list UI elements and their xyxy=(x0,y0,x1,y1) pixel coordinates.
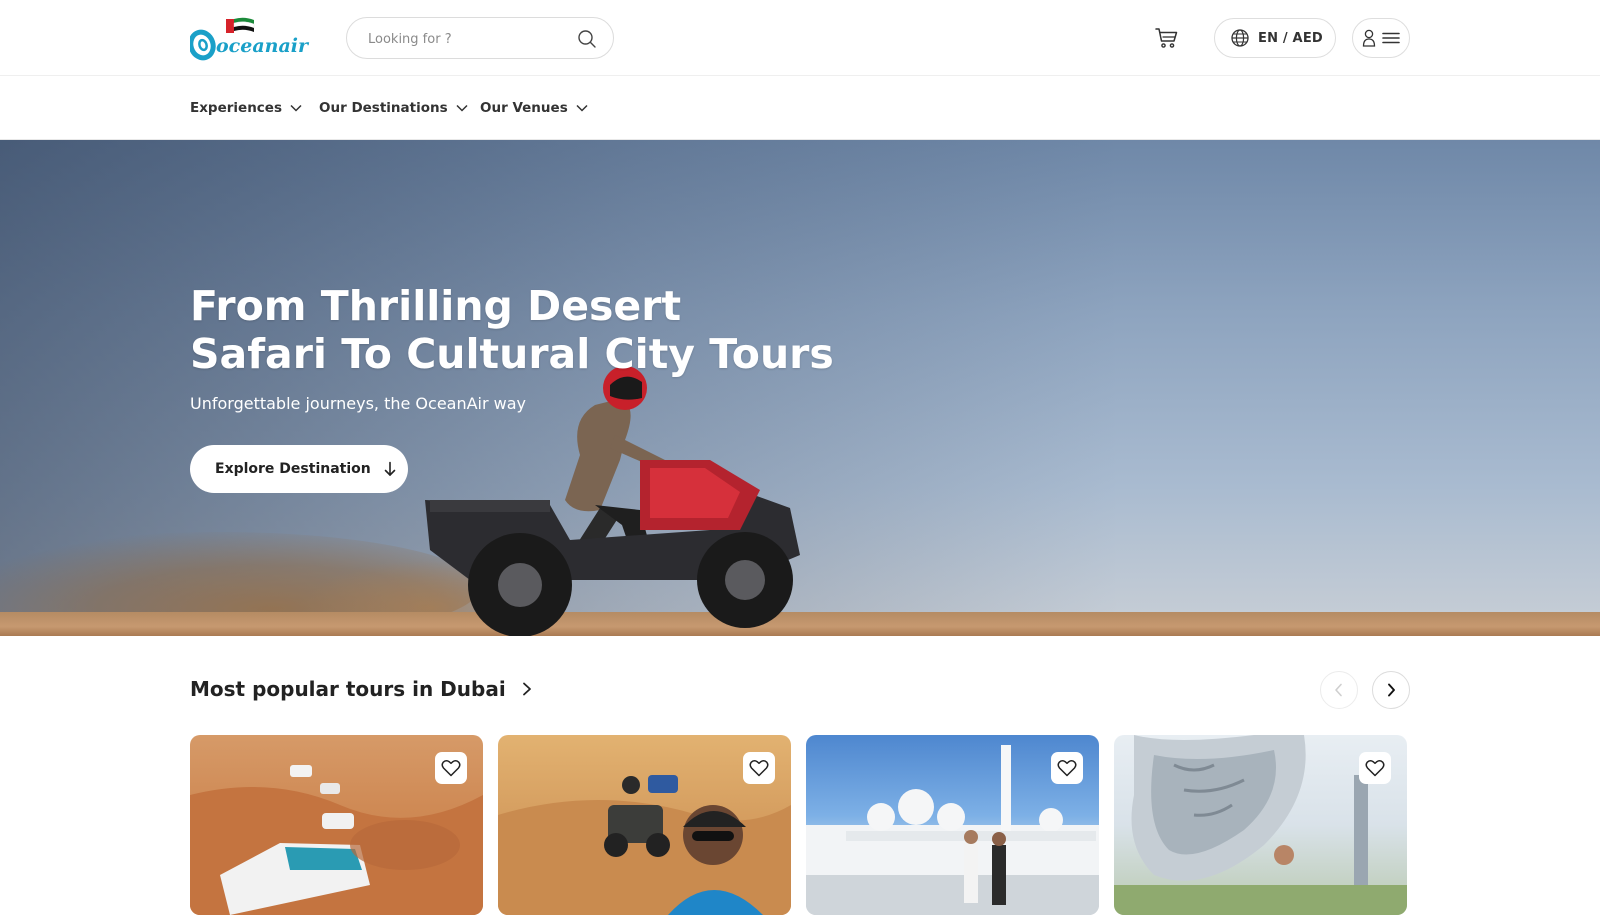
chevron-down-icon xyxy=(456,104,468,112)
carousel-next-button[interactable] xyxy=(1372,671,1410,709)
oceanair-logo[interactable]: oceanair xyxy=(188,14,322,64)
nav-experiences[interactable]: Experiences xyxy=(190,76,302,140)
nav-our-venues[interactable]: Our Venues xyxy=(480,76,588,140)
hero-banner: From Thrilling Desert Safari To Cultural… xyxy=(0,140,1600,636)
explore-destination-label: Explore Destination xyxy=(215,461,371,477)
hero-title-line2: Safari To Cultural City Tours xyxy=(190,330,834,378)
nav-item-label: Our Venues xyxy=(480,100,568,116)
nav-item-label: Experiences xyxy=(190,100,282,116)
user-icon xyxy=(1362,29,1376,47)
heart-icon xyxy=(1365,759,1385,777)
favorite-button[interactable] xyxy=(435,752,467,784)
cart-icon xyxy=(1155,28,1178,48)
nav-our-destinations[interactable]: Our Destinations xyxy=(319,76,468,140)
explore-destination-button[interactable]: Explore Destination xyxy=(190,445,408,493)
top-header: oceanair EN / AED xyxy=(0,0,1600,76)
search-bar[interactable] xyxy=(346,17,614,59)
globe-icon xyxy=(1231,29,1249,47)
popular-tours-heading-link[interactable]: Most popular tours in Dubai xyxy=(190,677,532,701)
chevron-right-icon xyxy=(522,682,531,696)
svg-text:oceanair: oceanair xyxy=(216,35,310,57)
hero-title: From Thrilling Desert Safari To Cultural… xyxy=(190,282,890,378)
chevron-down-icon xyxy=(576,104,588,112)
carousel-prev-button[interactable] xyxy=(1320,671,1358,709)
language-currency-selector[interactable]: EN / AED xyxy=(1214,18,1336,58)
language-currency-label: EN / AED xyxy=(1258,30,1323,46)
chevron-left-icon xyxy=(1335,683,1342,697)
tour-card[interactable] xyxy=(1114,735,1407,915)
favorite-button[interactable] xyxy=(743,752,775,784)
chevron-right-icon xyxy=(1388,683,1395,697)
search-input[interactable] xyxy=(368,28,568,50)
search-icon[interactable] xyxy=(577,29,597,49)
hero-title-line1: From Thrilling Desert xyxy=(190,282,682,330)
heart-icon xyxy=(1057,759,1077,777)
menu-icon xyxy=(1382,32,1400,44)
heart-icon xyxy=(749,759,769,777)
tour-card[interactable] xyxy=(806,735,1099,915)
cart-button[interactable] xyxy=(1154,25,1180,51)
hero-subtitle: Unforgettable journeys, the OceanAir way xyxy=(190,394,527,413)
chevron-down-icon xyxy=(290,104,302,112)
main-navigation: Experiences Our Destinations Our Venues xyxy=(0,76,1600,140)
nav-item-label: Our Destinations xyxy=(319,100,448,116)
account-menu-button[interactable] xyxy=(1352,18,1410,58)
favorite-button[interactable] xyxy=(1051,752,1083,784)
tour-card-carousel xyxy=(190,735,1410,915)
tour-card[interactable] xyxy=(190,735,483,915)
favorite-button[interactable] xyxy=(1359,752,1391,784)
arrow-down-icon xyxy=(384,461,396,476)
quad-bike-rider-image xyxy=(425,366,800,636)
popular-tours-title: Most popular tours in Dubai xyxy=(190,677,506,701)
heart-icon xyxy=(441,759,461,777)
tour-card[interactable] xyxy=(498,735,791,915)
logo-graphic: oceanair xyxy=(188,17,310,61)
